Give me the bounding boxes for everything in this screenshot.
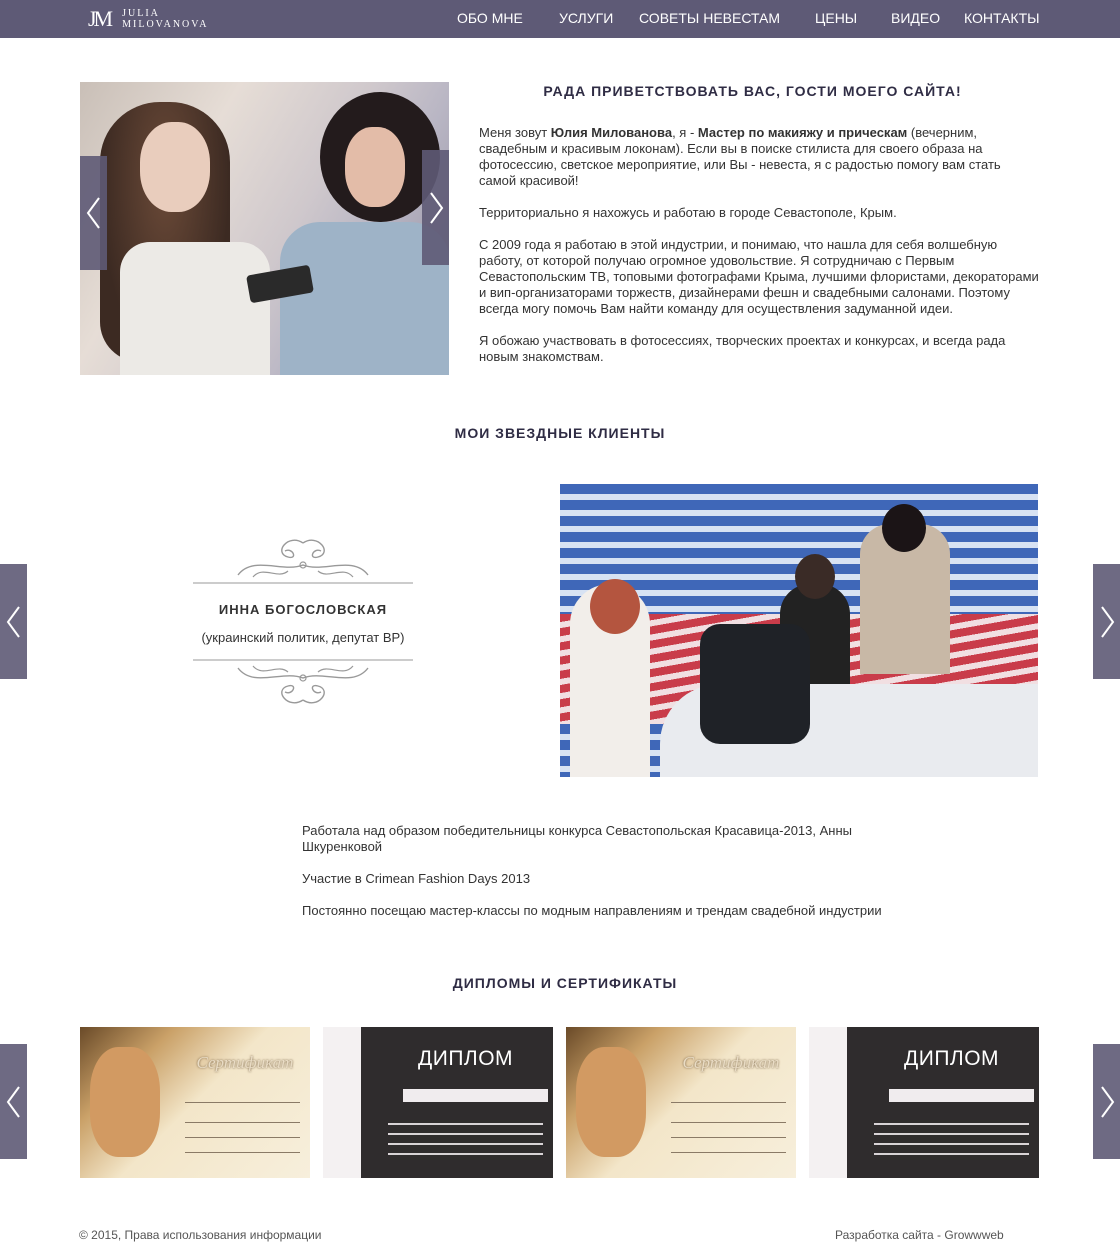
hero-slide-image (80, 82, 449, 375)
logo-line-2: MILOVANOVA (122, 19, 209, 30)
diplomas-title: ДИПЛОМЫ И СЕРТИФИКАТЫ (452, 975, 678, 991)
chevron-right-icon (429, 191, 443, 224)
chevron-left-icon (6, 1085, 20, 1118)
diploma-label: ДИПЛОМ (904, 1047, 1000, 1070)
achievement-item: Работала над образом победительницы конк… (302, 823, 852, 854)
clients-prev-button[interactable] (0, 564, 27, 679)
site-header: JM JULIA MILOVANOVA ОБО МНЕ УСЛУГИ СОВЕТ… (0, 0, 1120, 38)
chevron-left-icon (86, 197, 100, 229)
achievement-item: Участие в Crimean Fashion Days 2013 (302, 871, 531, 886)
hobby-paragraph: Я обожаю участвовать в фотосессиях, твор… (479, 333, 1006, 364)
diplomas-next-button[interactable] (1093, 1044, 1120, 1159)
intro-paragraph: Меня зовут Юлия Милованова, я - Мастер п… (479, 125, 1001, 188)
logo-line-1: JULIA (122, 8, 160, 19)
logo-text: JULIA MILOVANOVA (122, 8, 208, 30)
clients-next-button[interactable] (1093, 564, 1120, 679)
footer-developer[interactable]: Разработка сайта - Growwweb (835, 1228, 1004, 1242)
welcome-text: Меня зовут Юлия Милованова, я - Мастер п… (479, 125, 1039, 377)
nav-prices[interactable]: ЦЕНЫ (815, 9, 857, 27)
certificate-thumbnail[interactable]: Сертификат (80, 1027, 310, 1178)
certificate-thumbnail[interactable]: Сертификат (566, 1027, 796, 1178)
chevron-right-icon (1100, 1085, 1114, 1118)
nav-services[interactable]: УСЛУГИ (559, 9, 613, 27)
certificate-label: Сертификат (196, 1053, 294, 1072)
nav-bride-tips[interactable]: СОВЕТЫ НЕВЕСТАМ (639, 9, 780, 27)
nav-about[interactable]: ОБО МНЕ (457, 9, 523, 27)
diploma-thumbnail[interactable]: ДИПЛОМ (323, 1027, 553, 1178)
hero-next-button[interactable] (422, 150, 449, 265)
clients-title: МОИ ЗВЕЗДНЫЕ КЛИЕНТЫ (454, 425, 666, 441)
achievements-text: Работала над образом победительницы конк… (302, 823, 882, 935)
client-photo (560, 484, 1038, 777)
welcome-title: РАДА ПРИВЕТСТВОВАТЬ ВАС, ГОСТИ МОЕГО САЙ… (543, 83, 962, 99)
achievement-item: Постоянно посещаю мастер-классы по модны… (302, 903, 882, 918)
diploma-thumbnail[interactable]: ДИПЛОМ (809, 1027, 1039, 1178)
diplomas-prev-button[interactable] (0, 1044, 27, 1159)
ornament-bottom-icon (193, 659, 413, 704)
footer-copyright[interactable]: © 2015, Права использования информации (79, 1228, 322, 1242)
logo-mark: JM (88, 6, 113, 31)
hero-prev-button[interactable] (80, 156, 107, 270)
nav-contacts[interactable]: КОНТАКТЫ (964, 9, 1040, 27)
site-logo[interactable]: JM JULIA MILOVANOVA (88, 3, 208, 35)
client-name: ИННА БОГОСЛОВСКАЯ (218, 602, 388, 617)
diploma-label: ДИПЛОМ (418, 1047, 514, 1070)
ornament-top-icon (193, 539, 413, 584)
nav-video[interactable]: ВИДЕО (891, 9, 940, 27)
experience-paragraph: С 2009 года я работаю в этой индустрии, … (479, 237, 1039, 316)
certificate-label: Сертификат (682, 1053, 780, 1072)
location-paragraph: Территориально я нахожусь и работаю в го… (479, 205, 897, 220)
chevron-left-icon (6, 605, 20, 638)
client-role: (украинский политик, депутат ВР) (201, 630, 405, 645)
chevron-right-icon (1100, 605, 1114, 638)
